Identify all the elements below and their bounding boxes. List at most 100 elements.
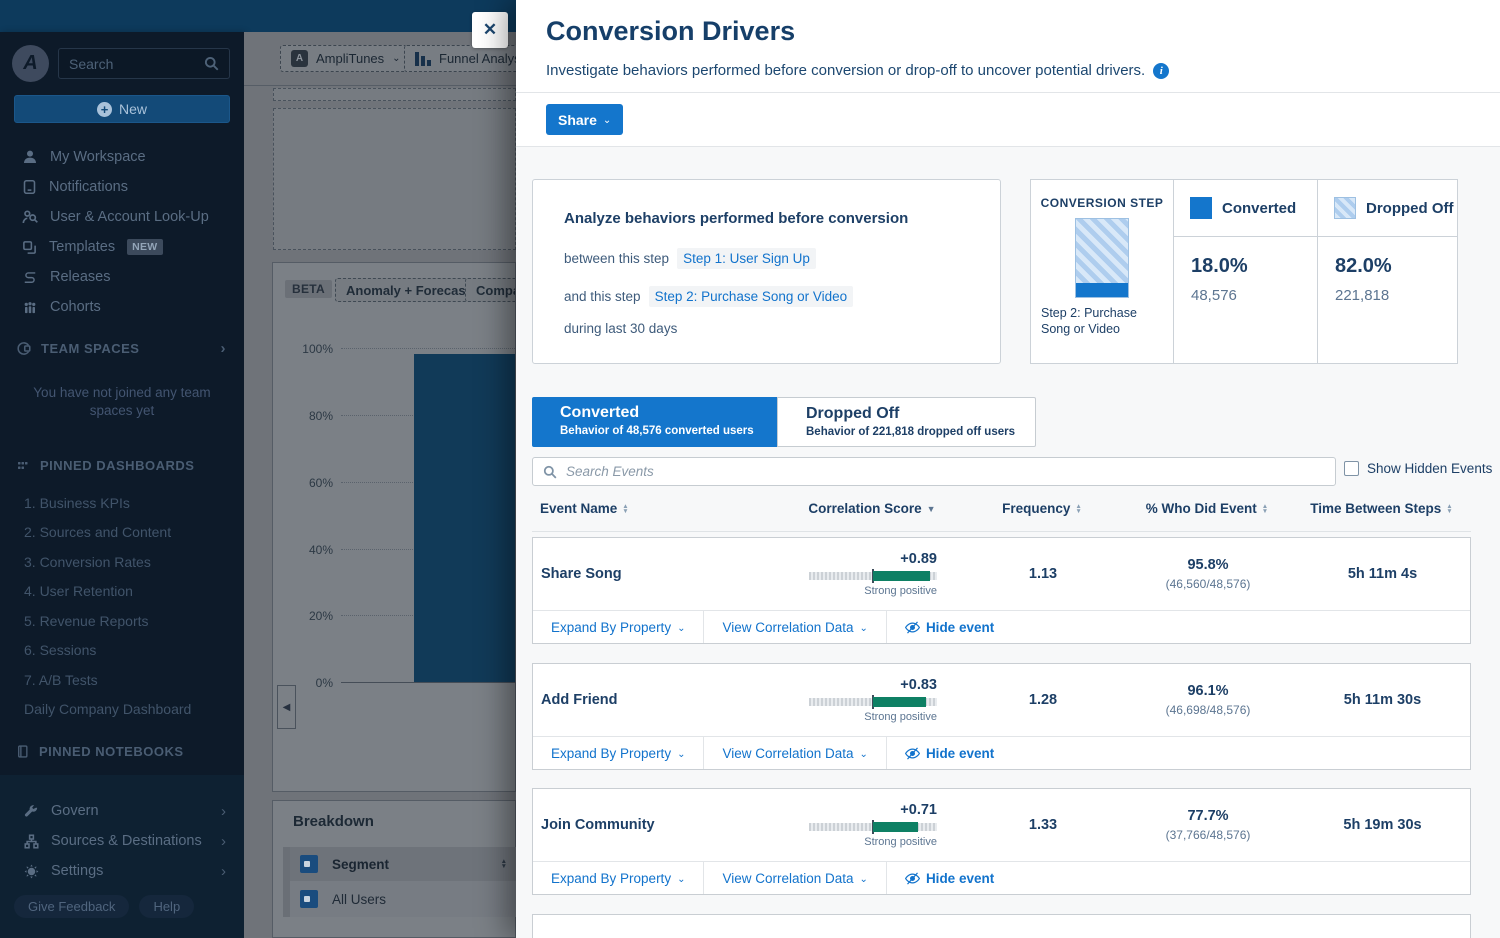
collapse-panel-button[interactable]: ◀ <box>277 685 296 729</box>
tab-converted[interactable]: Converted Behavior of 48,576 converted u… <box>532 397 777 447</box>
checkbox[interactable] <box>1344 461 1359 476</box>
sidebar-item-notifications[interactable]: Notifications <box>0 172 244 202</box>
analysis-criteria-card: Analyze behaviors performed before conve… <box>532 179 1001 364</box>
frequency-value: 1.13 <box>963 566 1123 582</box>
hide-event-button[interactable]: Hide event <box>886 737 1012 769</box>
team-spaces-header[interactable]: TEAM SPACES › <box>0 340 244 357</box>
info-icon[interactable]: i <box>1153 63 1169 79</box>
chevron-down-icon: ⌄ <box>860 623 868 634</box>
expand-by-property-button[interactable]: Expand By Property⌄ <box>533 611 703 643</box>
header-event-name[interactable]: Event Name ▲▼ <box>532 501 782 516</box>
chevron-down-icon: ⌄ <box>677 623 685 634</box>
segment-icon <box>300 890 318 908</box>
header-frequency[interactable]: Frequency ▲▼ <box>962 501 1122 516</box>
hide-event-button[interactable]: Hide event <box>886 611 1012 643</box>
sidebar-item-templates[interactable]: Templates NEW <box>0 232 244 262</box>
event-name: Share Song <box>533 566 783 582</box>
tab-dropped-off[interactable]: Dropped Off Behavior of 221,818 dropped … <box>777 397 1036 447</box>
pinned-dashboards-icon <box>16 460 30 472</box>
share-button[interactable]: Share ⌄ <box>546 104 623 135</box>
give-feedback-button[interactable]: Give Feedback <box>14 895 129 918</box>
view-correlation-data-button[interactable]: View Correlation Data⌄ <box>703 611 885 643</box>
correlation-bar <box>873 822 918 832</box>
y-axis-label: 80% <box>299 409 333 423</box>
sidebar-item-releases[interactable]: Releases <box>0 262 244 292</box>
event-row-share-song: Share Song +0.89 Strong positive 1.13 95… <box>532 537 1471 644</box>
view-correlation-data-button[interactable]: View Correlation Data⌄ <box>703 862 885 894</box>
sidebar-dashboard-daily-company[interactable]: Daily Company Dashboard <box>0 695 244 725</box>
dropped-off-bar-segment <box>1076 219 1128 283</box>
notifications-icon <box>22 179 37 195</box>
sidebar-item-settings[interactable]: Settings › <box>0 856 244 886</box>
pct-cell: 96.1% (46,698/48,576) <box>1123 683 1293 717</box>
step-1-link[interactable]: Step 1: User Sign Up <box>677 248 816 269</box>
sidebar-item-cohorts[interactable]: Cohorts <box>0 292 244 322</box>
breakdown-row-all-users[interactable]: All Users <box>283 881 516 917</box>
help-button[interactable]: Help <box>139 895 194 918</box>
compare-button[interactable]: Compare <box>465 278 516 302</box>
chevron-down-icon: ⌄ <box>603 115 611 126</box>
header-correlation-score[interactable]: Correlation Score ▼ <box>782 501 962 516</box>
new-badge: NEW <box>127 239 162 255</box>
expand-by-property-button[interactable]: Expand By Property⌄ <box>533 862 703 894</box>
sidebar-dashboard-sources-content[interactable]: 2. Sources and Content <box>0 518 244 548</box>
correlation-bar <box>873 571 930 581</box>
templates-icon <box>22 240 37 255</box>
dropped-stats: 82.0% 221,818 <box>1317 237 1457 363</box>
close-modal-button[interactable]: ✕ <box>472 12 508 48</box>
eye-off-icon <box>905 871 920 886</box>
sidebar-dashboard-business-kpis[interactable]: 1. Business KPIs <box>0 488 244 518</box>
chevron-down-icon: ⌄ <box>392 53 400 64</box>
event-name: Join Community <box>533 817 783 833</box>
segment-icon <box>300 855 318 873</box>
divider <box>516 92 1500 93</box>
y-axis-label: 40% <box>299 543 333 557</box>
converted-swatch <box>1190 197 1212 219</box>
background-page: A AmpliTunes ⌄ Funnel Analysi BETA Anoma… <box>244 32 516 938</box>
sidebar-dashboard-ab-tests[interactable]: 7. A/B Tests <box>0 665 244 695</box>
anomaly-forecast-button[interactable]: Anomaly + Forecast <box>335 278 481 302</box>
search-icon <box>204 56 219 71</box>
sidebar-item-user-account-lookup[interactable]: User & Account Look-Up <box>0 202 244 232</box>
wrench-icon <box>24 804 39 819</box>
sidebar-dashboard-sessions[interactable]: 6. Sessions <box>0 636 244 666</box>
page-title: Conversion Drivers <box>546 16 795 47</box>
chevron-right-icon[interactable]: › <box>221 863 226 880</box>
new-button[interactable]: + New <box>14 95 230 123</box>
time-value: 5h 11m 30s <box>1293 692 1472 708</box>
chevron-right-icon[interactable]: › <box>221 833 226 850</box>
expand-by-property-button[interactable]: Expand By Property⌄ <box>533 737 703 769</box>
breadcrumb-amplitunes[interactable]: A AmpliTunes ⌄ <box>280 45 412 72</box>
header-time-between-steps[interactable]: Time Between Steps ▲▼ <box>1292 501 1471 516</box>
sidebar-dashboard-conversion-rates[interactable]: 3. Conversion Rates <box>0 547 244 577</box>
correlation-cell: +0.71 Strong positive <box>809 802 937 848</box>
sort-icon[interactable]: ▲▼ <box>501 859 507 869</box>
breakdown-header-row[interactable]: Segment ▲▼ <box>283 847 516 881</box>
amplitude-logo[interactable]: A <box>12 45 49 82</box>
funnel-chart-panel: BETA Anomaly + Forecast Compare 100% 80%… <box>272 262 516 792</box>
y-axis-label: 20% <box>299 609 333 623</box>
sidebar-dashboard-revenue-reports[interactable]: 5. Revenue Reports <box>0 606 244 636</box>
conversion-step-bar <box>1075 218 1129 298</box>
y-axis-label: 60% <box>299 476 333 490</box>
project-icon: A <box>291 50 308 67</box>
breadcrumb-funnel-analysis[interactable]: Funnel Analysi <box>404 45 516 72</box>
sort-icon: ▲▼ <box>1075 504 1081 514</box>
gear-icon <box>24 864 39 879</box>
sidebar-dashboard-user-retention[interactable]: 4. User Retention <box>0 577 244 607</box>
show-hidden-events-toggle[interactable]: Show Hidden Events <box>1344 461 1492 476</box>
search-events-input[interactable]: Search Events <box>532 457 1336 486</box>
chevron-right-icon[interactable]: › <box>221 803 226 820</box>
step-2-link[interactable]: Step 2: Purchase Song or Video <box>649 286 854 307</box>
hide-event-button[interactable]: Hide event <box>886 862 1012 894</box>
header-pct-who-did-event[interactable]: % Who Did Event ▲▼ <box>1122 501 1292 516</box>
pinned-dashboards-header: PINNED DASHBOARDS <box>0 458 244 473</box>
sort-icon: ▲▼ <box>1446 504 1452 514</box>
sidebar-item-govern[interactable]: Govern › <box>0 796 244 826</box>
breakdown-title: Breakdown <box>293 813 374 830</box>
view-correlation-data-button[interactable]: View Correlation Data⌄ <box>703 737 885 769</box>
sidebar-item-sources-destinations[interactable]: Sources & Destinations › <box>0 826 244 856</box>
chevron-right-icon[interactable]: › <box>221 340 227 357</box>
sidebar-item-my-workspace[interactable]: My Workspace <box>0 142 244 172</box>
sidebar-search-input[interactable]: Search <box>58 48 230 79</box>
